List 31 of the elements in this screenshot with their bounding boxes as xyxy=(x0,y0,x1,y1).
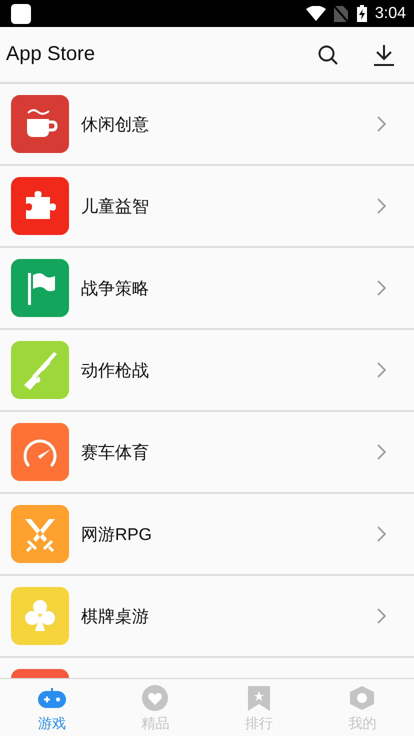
gear-icon xyxy=(348,685,376,711)
battery-charging-icon xyxy=(356,5,367,22)
chevron-icon xyxy=(377,280,386,296)
status-time: 3:04 xyxy=(374,4,406,22)
category-label[interactable]: 棋牌桌游 xyxy=(81,604,377,628)
category-label[interactable]: 动作枪战 xyxy=(81,358,377,382)
gauge-icon xyxy=(11,423,69,481)
chevron-icon xyxy=(377,526,386,542)
swords-icon xyxy=(11,505,69,563)
chevron-icon xyxy=(377,362,386,378)
category-label[interactable]: 休闲创意 xyxy=(81,112,377,136)
category-label[interactable]: 网游RPG xyxy=(81,522,377,546)
category-label[interactable]: 儿童益智 xyxy=(81,194,377,218)
chevron-icon xyxy=(377,198,386,214)
chevron-icon xyxy=(377,444,386,460)
app-title: App Store xyxy=(6,43,96,66)
flag-icon xyxy=(11,259,69,317)
chevron-icon xyxy=(377,608,386,624)
chevron-icon xyxy=(377,116,386,132)
no-sim-icon xyxy=(334,6,348,22)
puzzle-icon xyxy=(11,177,69,235)
rifle-icon xyxy=(11,341,69,399)
category-label[interactable]: 战争策略 xyxy=(81,276,377,300)
gamepad-icon xyxy=(38,685,66,711)
notification-icon xyxy=(11,4,31,24)
category-label[interactable]: 赛车体育 xyxy=(81,440,377,464)
wifi-icon xyxy=(306,6,326,21)
cup-icon xyxy=(11,95,69,153)
download-icon xyxy=(373,44,395,66)
club-icon xyxy=(11,587,69,645)
search-icon xyxy=(318,44,338,64)
